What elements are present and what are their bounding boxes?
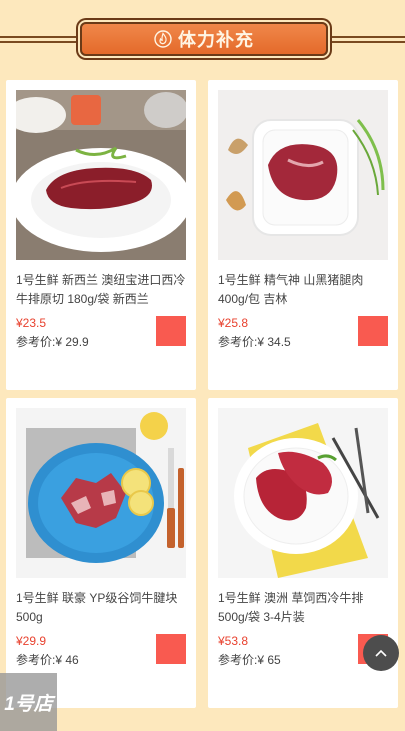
product-name[interactable]: 1号生鲜 联豪 YP级谷饲牛腱块 500g (16, 589, 188, 627)
product-price: ¥29.9 (16, 634, 47, 648)
back-to-top-button[interactable] (363, 635, 399, 671)
product-name[interactable]: 1号生鲜 新西兰 澳纽宝进口西冷牛排原切 180g/袋 新西兰 (16, 271, 188, 309)
product-name[interactable]: 1号生鲜 澳洲 草饲西冷牛排 500g/袋 3-4片装 (218, 589, 390, 627)
reference-price: 参考价:¥ 65 (218, 653, 281, 667)
flame-icon (154, 30, 172, 48)
shop-logo-button[interactable]: 1号店 (0, 673, 57, 731)
product-image[interactable] (218, 408, 388, 578)
product-image[interactable] (16, 90, 186, 260)
product-image[interactable] (16, 408, 186, 578)
add-to-cart-button[interactable] (156, 634, 186, 664)
shop-logo-label: 1号店 (4, 693, 53, 715)
banner-title-box: 体力补充 (80, 22, 328, 56)
chevron-up-icon (375, 649, 387, 657)
add-to-cart-button[interactable] (358, 316, 388, 346)
reference-price: 参考价:¥ 34.5 (218, 335, 291, 349)
reference-price: 参考价:¥ 29.9 (16, 335, 89, 349)
reference-price: 参考价:¥ 46 (16, 653, 79, 667)
section-banner: 体力补充 (0, 0, 405, 78)
product-card[interactable]: 1号生鲜 联豪 YP级谷饲牛腱块 500g ¥29.9 参考价:¥ 46 (6, 398, 196, 708)
banner-title: 体力补充 (178, 30, 254, 50)
product-card[interactable]: 1号生鲜 新西兰 澳纽宝进口西冷牛排原切 180g/袋 新西兰 ¥23.5 参考… (6, 80, 196, 390)
product-price: ¥25.8 (218, 316, 249, 330)
product-image[interactable] (218, 90, 388, 260)
product-price: ¥23.5 (16, 316, 47, 330)
product-card[interactable]: 1号生鲜 精气神 山黑猪腿肉 400g/包 吉林 ¥25.8 参考价:¥ 34.… (208, 80, 398, 390)
add-to-cart-button[interactable] (156, 316, 186, 346)
product-price: ¥53.8 (218, 634, 249, 648)
product-name[interactable]: 1号生鲜 精气神 山黑猪腿肉 400g/包 吉林 (218, 271, 390, 309)
